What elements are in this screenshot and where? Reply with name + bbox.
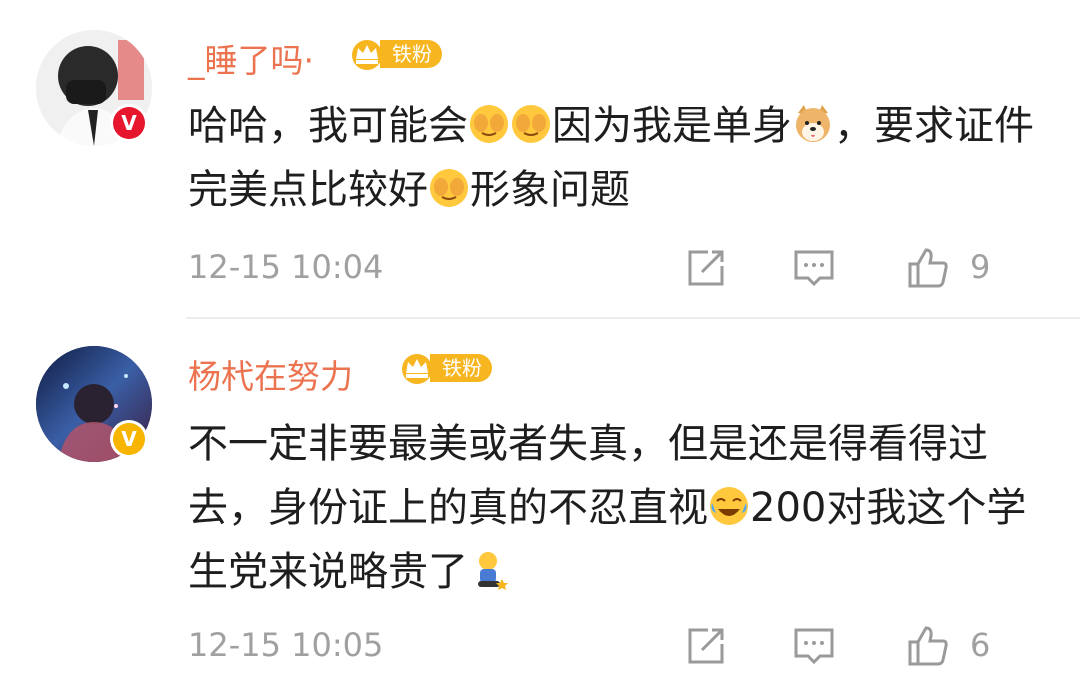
thumbs-up-icon <box>908 626 948 666</box>
kneeling-emoji-icon <box>478 552 508 590</box>
share-icon <box>688 250 724 286</box>
username[interactable]: 杨杙在努力 <box>188 350 353 398</box>
action-bar: 9 <box>680 238 1080 298</box>
doge-emoji-icon <box>796 105 830 142</box>
covering-face-emoji-icon <box>512 105 550 143</box>
fan-badge: 铁粉 <box>396 352 492 384</box>
covering-face-emoji-icon <box>470 105 508 143</box>
like-button[interactable] <box>906 246 950 290</box>
comment-text-segment: 形象问题 <box>470 167 630 213</box>
timestamp: 12-15 10:04 <box>188 248 384 286</box>
comment-text: 不一定非要最美或者失真，但是还是得看得过去，身份证上的真的不忍直视 200对我这个… <box>188 412 1058 604</box>
username[interactable]: _睡了吗· <box>188 34 314 82</box>
fan-badge: 铁粉 <box>346 38 442 70</box>
share-button[interactable] <box>684 624 728 668</box>
crying-laugh-emoji-icon <box>710 487 748 525</box>
comment-item: V _睡了吗· 铁粉 哈哈，我可能会 因为我是单身 ，要求证件完美点比较好 形象问题 … <box>0 0 1080 318</box>
like-count: 9 <box>970 248 991 286</box>
verified-icon: V <box>113 107 145 139</box>
verified-icon: V <box>113 423 145 455</box>
share-button[interactable] <box>684 246 728 290</box>
comment-text: 哈哈，我可能会 因为我是单身 ，要求证件完美点比较好 形象问题 <box>188 94 1058 222</box>
divider <box>186 317 1080 319</box>
comment-button[interactable] <box>792 624 836 668</box>
fan-badge-label: 铁粉 <box>380 40 442 68</box>
like-count: 6 <box>970 626 991 664</box>
verified-badge: V <box>110 104 148 142</box>
comment-icon <box>794 628 834 665</box>
action-bar: 6 <box>680 616 1080 676</box>
verified-badge: V <box>110 420 148 458</box>
comment-item: V 杨杙在努力 铁粉 不一定非要最美或者失真，但是还是得看得过去，身份证上的真的… <box>0 320 1080 689</box>
thumbs-up-icon <box>908 248 948 288</box>
like-button[interactable] <box>906 624 950 668</box>
timestamp: 12-15 10:05 <box>188 626 384 664</box>
comment-button[interactable] <box>792 246 836 290</box>
comment-text-segment: 因为我是单身 <box>552 103 792 149</box>
fan-badge-label: 铁粉 <box>430 354 492 382</box>
comment-icon <box>794 250 834 287</box>
comment-text-segment: 哈哈，我可能会 <box>188 103 468 149</box>
share-icon <box>688 628 724 664</box>
covering-face-emoji-icon <box>430 169 468 207</box>
